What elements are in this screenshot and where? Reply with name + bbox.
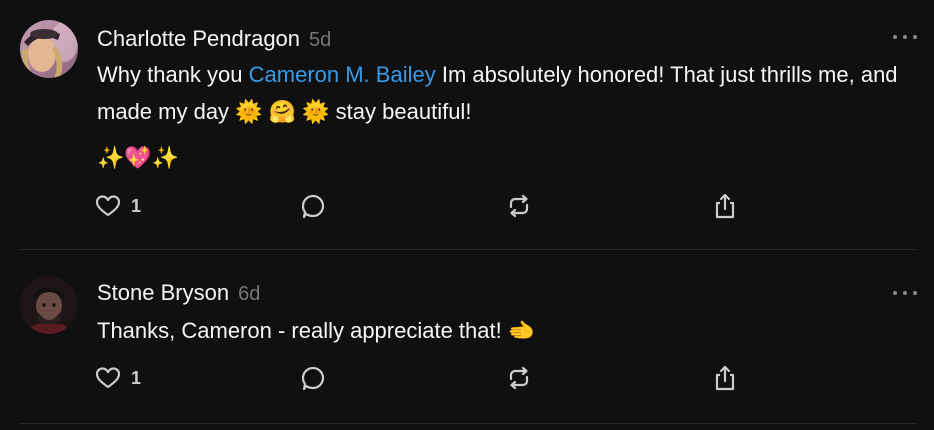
more-options-icon[interactable] [893, 287, 917, 299]
repost-icon [509, 194, 529, 218]
repost-button[interactable] [506, 192, 532, 220]
share-button[interactable] [712, 364, 738, 392]
author-name-text[interactable]: Charlotte Pendragon [97, 26, 300, 51]
timestamp[interactable]: 5d [309, 29, 331, 51]
avatar-image [20, 276, 78, 334]
author-name[interactable]: Stone Bryson 6d [97, 280, 260, 307]
repost-icon [509, 366, 529, 390]
more-options-icon[interactable] [893, 31, 917, 43]
like-button[interactable]: 1 [95, 364, 141, 392]
author-name[interactable]: Charlotte Pendragon 5d [97, 26, 331, 53]
like-count[interactable]: 1 [131, 196, 141, 217]
action-bar: 1 [95, 192, 755, 220]
repost-button[interactable] [506, 364, 532, 392]
author-name-text[interactable]: Stone Bryson [97, 280, 229, 305]
comment-item: Charlotte Pendragon 5d Why thank you Came… [0, 0, 934, 250]
timestamp[interactable]: 6d [238, 283, 260, 305]
reply-button[interactable] [300, 364, 326, 392]
comment-text: Why thank you Cameron M. Bailey Im absol… [97, 56, 917, 130]
heart-icon [95, 367, 121, 389]
comment-item: Stone Bryson 6d Thanks, Cameron - really … [0, 250, 934, 430]
comment-emoji-line: ✨💖✨ [97, 145, 180, 170]
share-button[interactable] [712, 192, 738, 220]
comment-text: Thanks, Cameron - really appreciate that… [97, 318, 536, 343]
reply-button[interactable] [300, 192, 326, 220]
comment-text-start: Why thank you [97, 62, 249, 87]
like-button[interactable]: 1 [95, 192, 141, 220]
like-count[interactable]: 1 [131, 368, 141, 389]
heart-icon [95, 195, 121, 217]
comment-icon [301, 194, 325, 219]
action-bar: 1 [95, 364, 755, 392]
divider [20, 423, 916, 424]
share-icon [715, 365, 735, 391]
avatar[interactable] [20, 276, 78, 334]
share-icon [715, 193, 735, 219]
avatar-image [20, 20, 78, 78]
comment-icon [301, 366, 325, 391]
mention-link[interactable]: Cameron M. Bailey [249, 62, 436, 87]
avatar[interactable] [20, 20, 78, 78]
